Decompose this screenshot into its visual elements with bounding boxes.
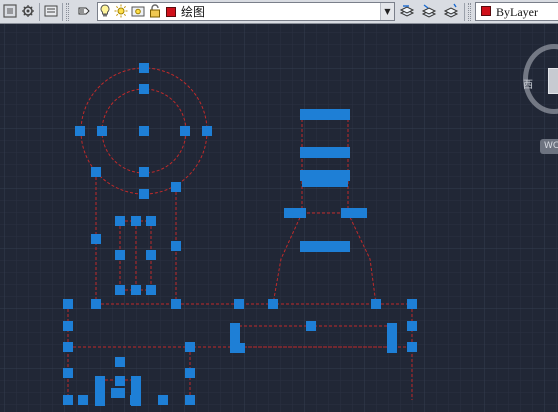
grip-point[interactable] — [63, 321, 73, 331]
layer-dropdown[interactable]: 绘图 ▼ — [97, 2, 395, 21]
grip-point[interactable] — [63, 395, 73, 405]
grip-point[interactable] — [139, 84, 149, 94]
grip-bar[interactable] — [387, 323, 397, 353]
grip-point[interactable] — [306, 321, 316, 331]
grip-point[interactable] — [371, 299, 381, 309]
grip-point[interactable] — [78, 395, 88, 405]
grip-point[interactable] — [171, 182, 181, 192]
grip-bar[interactable] — [131, 376, 141, 406]
grip-bar[interactable] — [300, 109, 350, 120]
grip-point[interactable] — [115, 285, 125, 295]
grip-point[interactable] — [202, 126, 212, 136]
grip-point[interactable] — [139, 126, 149, 136]
grip-point[interactable] — [185, 368, 195, 378]
grip-point[interactable] — [63, 299, 73, 309]
grip-point[interactable] — [185, 342, 195, 352]
grip-point[interactable] — [407, 299, 417, 309]
wcs-menu[interactable]: WC — [540, 139, 558, 154]
layer-properties-icon[interactable] — [76, 3, 92, 19]
grip-point[interactable] — [171, 299, 181, 309]
color-swatch — [481, 6, 491, 16]
compass-west-label[interactable]: 西 — [523, 76, 533, 91]
sun-icon[interactable] — [114, 3, 128, 19]
grip-point[interactable] — [75, 126, 85, 136]
current-layer-name: 绘图 — [181, 5, 206, 19]
toolbar-grip[interactable] — [66, 3, 69, 21]
grip-point[interactable] — [139, 167, 149, 177]
toolbar-grip[interactable] — [468, 3, 471, 21]
grip-bar[interactable] — [300, 147, 350, 158]
grip-point[interactable] — [146, 250, 156, 260]
layers-toolbar: 绘图 ▼ ByLayer — [0, 0, 558, 24]
grip-point[interactable] — [171, 241, 181, 251]
grip-point[interactable] — [268, 299, 278, 309]
grip-point[interactable] — [115, 376, 125, 386]
grip-bar[interactable] — [341, 208, 367, 218]
grip-point[interactable] — [131, 216, 141, 226]
grip-point[interactable] — [63, 368, 73, 378]
lightbulb-icon[interactable] — [99, 3, 111, 19]
grip-bar[interactable] — [111, 388, 125, 398]
grip-point[interactable] — [115, 216, 125, 226]
grip-point[interactable] — [146, 285, 156, 295]
make-current-icon[interactable] — [421, 3, 437, 19]
grip-point[interactable] — [91, 299, 101, 309]
grip-point[interactable] — [407, 342, 417, 352]
current-color-name: ByLayer — [496, 5, 538, 19]
match-layer-icon[interactable] — [443, 3, 459, 19]
drawing-canvas[interactable] — [0, 24, 558, 412]
grip-point[interactable] — [115, 357, 125, 367]
grip-point[interactable] — [91, 234, 101, 244]
grip-bar[interactable] — [300, 170, 350, 181]
gear-icon[interactable] — [20, 3, 36, 19]
grip-bar[interactable] — [284, 208, 306, 218]
viewcube[interactable] — [548, 68, 558, 94]
lock-icon[interactable] — [149, 3, 161, 19]
color-dropdown[interactable]: ByLayer — [475, 2, 558, 21]
grip-point[interactable] — [407, 321, 417, 331]
grip-bar[interactable] — [300, 241, 350, 252]
grip-point[interactable] — [185, 395, 195, 405]
grip-point[interactable] — [131, 285, 141, 295]
chevron-down-icon[interactable]: ▼ — [380, 3, 394, 20]
grip-point[interactable] — [139, 63, 149, 73]
layer-isolate-icon[interactable] — [43, 3, 59, 19]
grip-point[interactable] — [91, 167, 101, 177]
grip-point[interactable] — [158, 395, 168, 405]
grip-point[interactable] — [180, 126, 190, 136]
grid-major — [0, 24, 558, 412]
grip-bar[interactable] — [95, 376, 105, 406]
layer-color-swatch — [166, 7, 176, 17]
layer-states-icon[interactable] — [2, 3, 18, 19]
grip-point[interactable] — [97, 126, 107, 136]
grip-bar[interactable] — [238, 343, 245, 353]
grip-point[interactable] — [63, 342, 73, 352]
freeze-viewport-icon[interactable] — [131, 3, 145, 19]
layer-previous-icon[interactable] — [399, 3, 415, 19]
grip-point[interactable] — [234, 299, 244, 309]
grip-point[interactable] — [139, 189, 149, 199]
grip-point[interactable] — [115, 250, 125, 260]
grip-point[interactable] — [146, 216, 156, 226]
grip-bar[interactable] — [302, 181, 348, 187]
